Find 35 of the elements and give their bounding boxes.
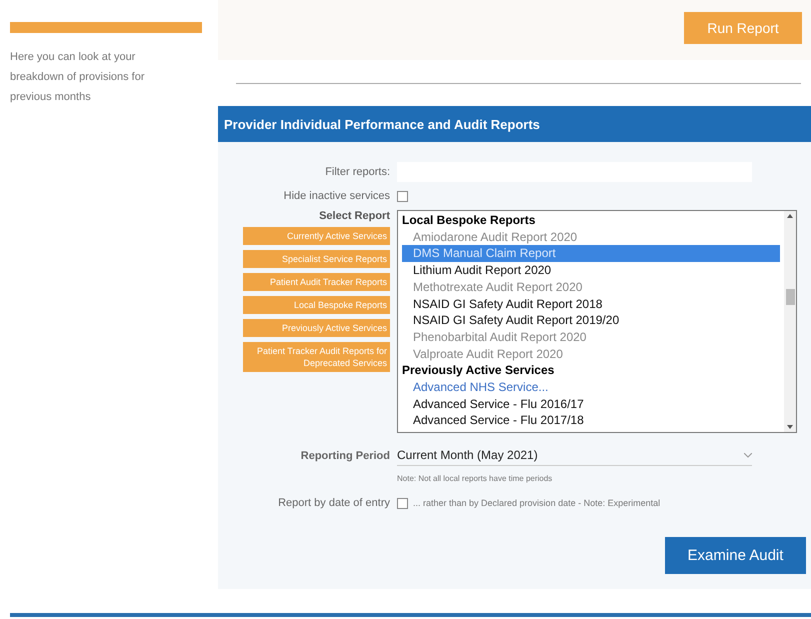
scrollbar[interactable] [784, 211, 796, 432]
field-label: Reporting Period [300, 450, 390, 462]
category-button[interactable]: Specialist Service Reports [243, 250, 390, 268]
category-button[interactable]: Patient Audit Tracker Reports [243, 273, 390, 291]
field-label: Select Report [319, 210, 390, 222]
list-option[interactable]: NSAID GI Safety Audit Report 2018 [402, 296, 780, 312]
run-report-button[interactable]: Run Report [684, 12, 802, 44]
scroll-thumb[interactable] [786, 288, 794, 304]
category-button[interactable]: Local Bespoke Reports [243, 296, 390, 314]
option-group-label: Local Bespoke Reports [402, 212, 536, 229]
chevron-down-icon [744, 452, 752, 458]
list-option[interactable]: Lithium Audit Report 2020 [402, 262, 780, 279]
field-label: Filter reports: [325, 166, 390, 178]
option-group-label: Previously Active Services [402, 362, 556, 380]
category-button[interactable]: Currently Active Services [243, 227, 390, 245]
note-text: Note: Not all local reports have time periods [397, 474, 554, 483]
period-select[interactable]: Current Month (May 2021) [397, 445, 752, 466]
list-option[interactable]: Advanced Service - Flu 2017/18 [402, 412, 780, 430]
category-button[interactable]: Patient Tracker Audit Reports for Deprecated Services [243, 342, 390, 372]
field-label: Hide inactive services [284, 190, 390, 202]
checkbox[interactable] [397, 498, 408, 508]
sidebar-text: Here you can look at your breakdown of provisions for previous months [10, 50, 146, 105]
checkbox[interactable] [397, 190, 408, 202]
field-label: Report by date of entry [278, 497, 390, 509]
list-option[interactable]: Advanced NHS Service... [402, 379, 780, 396]
category-button[interactable]: Previously Active Services [243, 319, 390, 337]
list-option[interactable]: Advanced Service - Flu 2016/17 [402, 396, 780, 412]
scroll-down-icon[interactable] [787, 425, 793, 429]
checkbox-text: ... rather than by Declared provision date - Note: Experimental [413, 498, 660, 508]
examine-audit-button[interactable]: Examine Audit [665, 537, 806, 574]
report-listbox[interactable] [397, 210, 797, 433]
list-option[interactable]: NSAID GI Safety Audit Report 2019/20 [402, 312, 780, 329]
scroll-up-icon[interactable] [787, 214, 793, 218]
list-option[interactable]: DMS Manual Claim Report [402, 245, 780, 262]
panel-header: Provider Individual Performance and Audit Reports [218, 106, 811, 142]
